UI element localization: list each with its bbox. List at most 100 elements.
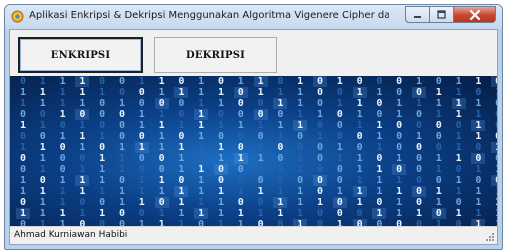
binary-digit: 1 [39, 208, 46, 219]
binary-digit: 0 [277, 76, 284, 87]
binary-digit: 1 [59, 208, 66, 219]
binary-digit: 1 [336, 153, 343, 164]
binary-digit: 0 [316, 87, 324, 98]
binary-digit: 1 [491, 197, 497, 208]
binary-digit: 0 [415, 142, 423, 153]
binary-digit: 1 [352, 186, 367, 197]
binary-digit: 0 [415, 109, 423, 120]
binary-digit: 1 [396, 186, 403, 197]
binary-digit: 0 [237, 175, 244, 186]
binary-digit: 0 [277, 142, 284, 153]
binary-digit: 0 [313, 175, 327, 186]
title-bar[interactable]: Aplikasi Enkripsi & Dekripsi Menggunakan… [5, 5, 502, 29]
binary-digit: 1 [16, 208, 30, 219]
binary-digit: 1 [257, 164, 264, 175]
binary-digit: 1 [217, 197, 225, 208]
binary-digit: 1 [198, 164, 205, 175]
binary-digit: 0 [214, 164, 228, 175]
minimize-button[interactable] [405, 6, 430, 23]
binary-digit: 0 [336, 87, 343, 98]
binary-digit: 1 [79, 131, 86, 142]
binary-digit: 1 [138, 76, 145, 87]
binary-digit: 1 [19, 186, 27, 197]
binary-digit: 1 [59, 109, 66, 120]
binary-digit: 0 [59, 120, 66, 131]
binary-digit: 0 [491, 175, 497, 186]
binary-digit: 1 [356, 153, 363, 164]
binary-digit: 1 [198, 98, 205, 109]
binary-digit: 0 [138, 164, 145, 175]
binary-digit: 1 [356, 98, 363, 109]
binary-digit: 1 [217, 208, 225, 219]
close-button[interactable] [454, 6, 496, 23]
toolbar: ENKRIPSI DEKRIPSI [10, 30, 497, 76]
binary-digit: 1 [178, 164, 185, 175]
binary-digit: 0 [491, 120, 497, 131]
binary-digit: 1 [376, 131, 383, 142]
binary-digit: 1 [39, 87, 46, 98]
binary-digit: 0 [217, 109, 225, 120]
binary-digit: 0 [277, 164, 284, 175]
enkripsi-button[interactable]: ENKRIPSI [18, 37, 143, 73]
binary-digit: 0 [75, 109, 90, 120]
binary-digit: 0 [396, 131, 403, 142]
resize-grip-icon[interactable] [485, 232, 495, 242]
binary-digit: 0 [253, 109, 268, 120]
binary-digit: 1 [297, 186, 304, 197]
dekripsi-button[interactable]: DEKRIPSI [154, 37, 277, 73]
binary-digit: 1 [316, 131, 324, 142]
binary-digit: 0 [316, 120, 324, 131]
binary-digit: 1 [118, 142, 126, 153]
binary-digit: 1 [352, 87, 367, 98]
binary-digit: 1 [79, 164, 86, 175]
binary-digit: 0 [39, 131, 46, 142]
binary-digit: 0 [316, 98, 324, 109]
binary-digit: 1 [376, 175, 383, 186]
binary-digit: 1 [297, 109, 304, 120]
binary-digit: 1 [19, 120, 27, 131]
binary-digit: 1 [118, 98, 126, 109]
binary-digit: 1 [356, 164, 363, 175]
binary-digit: 0 [237, 98, 244, 109]
binary-digit: 1 [376, 142, 383, 153]
binary-digit: 1 [39, 98, 46, 109]
binary-digit: 0 [356, 76, 363, 87]
binary-digit: 0 [415, 197, 423, 208]
binary-digit: 1 [138, 197, 145, 208]
binary-digit: 0 [257, 197, 264, 208]
binary-digit: 1 [237, 76, 244, 87]
binary-digit: 1 [376, 120, 383, 131]
binary-digit: 1 [396, 98, 403, 109]
binary-digit: 0 [396, 120, 403, 131]
app-window: Aplikasi Enkripsi & Dekripsi Menggunakan… [4, 4, 503, 250]
binary-digit: 1 [138, 109, 145, 120]
maximize-button[interactable] [430, 6, 454, 23]
binary-digit: 1 [297, 197, 304, 208]
binary-digit: 1 [257, 208, 264, 219]
binary-digit: 0 [491, 131, 497, 142]
binary-digit: 0 [435, 175, 442, 186]
binary-digit: 1 [158, 142, 165, 153]
binary-digit: 0 [118, 87, 126, 98]
binary-digit: 0 [435, 120, 442, 131]
binary-digit: 1 [376, 87, 383, 98]
binary-digit: 1 [217, 186, 225, 197]
binary-digit: 1 [158, 208, 165, 219]
binary-digit: 0 [138, 153, 145, 164]
binary-digit: 1 [59, 76, 66, 87]
binary-digit: 1 [198, 131, 205, 142]
binary-digit: 0 [237, 197, 244, 208]
binary-digit: 1 [198, 142, 205, 153]
binary-digit: 1 [475, 208, 482, 219]
binary-digit: 1 [233, 153, 248, 164]
binary-digit: 0 [178, 175, 185, 186]
binary-digit: 1 [455, 76, 462, 87]
binary-digit: 0 [455, 164, 462, 175]
binary-digit: 1 [316, 197, 324, 208]
binary-digit: 0 [99, 142, 106, 153]
binary-digit: 1 [491, 186, 497, 197]
binary-digit: 1 [253, 76, 268, 87]
binary-digit: 1 [455, 109, 462, 120]
binary-digit: 1 [415, 76, 423, 87]
binary-digit: 0 [431, 208, 446, 219]
